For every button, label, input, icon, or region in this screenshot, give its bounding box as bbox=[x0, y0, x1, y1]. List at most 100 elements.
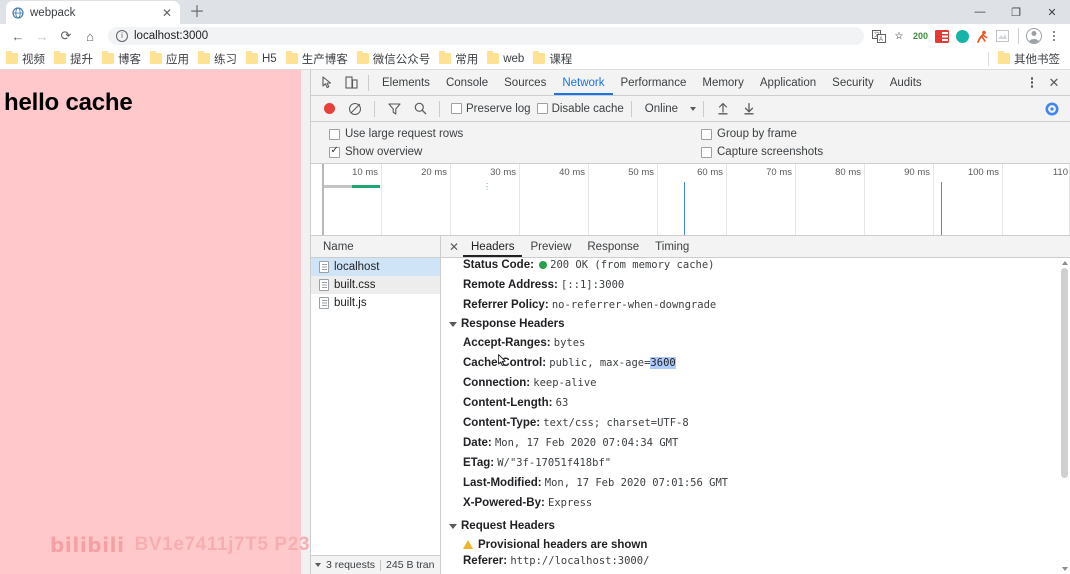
show-overview-checkbox[interactable]: Show overview bbox=[329, 143, 1070, 161]
bookmark-item[interactable]: 博客 bbox=[102, 51, 141, 67]
bookmark-item[interactable]: 提升 bbox=[54, 51, 93, 67]
site-info-icon[interactable]: i bbox=[116, 30, 128, 42]
tab-title: webpack bbox=[30, 6, 76, 19]
header-value: http://localhost:3000/ bbox=[510, 554, 650, 567]
bookmarks-divider bbox=[988, 51, 989, 66]
tab-headers[interactable]: Headers bbox=[463, 236, 522, 257]
request-bar-download bbox=[352, 185, 380, 188]
preserve-log-checkbox[interactable]: Preserve log bbox=[451, 103, 531, 115]
tab-console[interactable]: Console bbox=[438, 70, 496, 95]
request-name: localhost bbox=[334, 261, 380, 273]
bookmark-item[interactable]: 常用 bbox=[439, 51, 478, 67]
clear-button[interactable] bbox=[343, 98, 367, 120]
throttling-dropdown[interactable]: Online bbox=[645, 103, 697, 115]
bookmark-item[interactable]: 视频 bbox=[6, 51, 45, 67]
tab-preview[interactable]: Preview bbox=[522, 236, 579, 257]
request-column-header[interactable]: Name bbox=[311, 236, 440, 258]
status-badge: 200 bbox=[912, 31, 928, 41]
overview-left-handle[interactable] bbox=[322, 164, 324, 235]
toggle-device-toolbar-icon[interactable] bbox=[339, 72, 363, 94]
bookmark-item[interactable]: 课程 bbox=[533, 51, 572, 67]
close-window-button[interactable]: ✕ bbox=[1034, 0, 1070, 24]
devtools-tab-bar: Elements Console Sources Network Perform… bbox=[311, 70, 1070, 96]
group-by-frame-checkbox[interactable]: Group by frame bbox=[701, 125, 823, 143]
tab-security[interactable]: Security bbox=[824, 70, 882, 95]
request-headers-section[interactable]: Request Headers bbox=[441, 517, 1070, 535]
table-row[interactable]: built.js bbox=[311, 294, 440, 312]
bookmark-star-icon[interactable]: ☆ bbox=[890, 27, 908, 45]
new-tab-button[interactable]: ＋ bbox=[184, 2, 210, 24]
tab-memory[interactable]: Memory bbox=[694, 70, 752, 95]
header-value-selected[interactable]: 3600 bbox=[650, 356, 676, 369]
scroll-down-icon[interactable] bbox=[1061, 567, 1068, 571]
header-row-connection: Connection: keep-alive bbox=[441, 373, 1070, 393]
record-button[interactable] bbox=[317, 98, 341, 120]
extension-teal-icon[interactable] bbox=[953, 27, 971, 45]
kebab-menu-icon[interactable] bbox=[1044, 26, 1064, 46]
maximize-button[interactable]: ❐ bbox=[998, 0, 1034, 24]
bookmark-label: web bbox=[503, 52, 525, 65]
tab-network[interactable]: Network bbox=[554, 70, 612, 95]
toolbar-divider bbox=[703, 100, 705, 117]
tab-elements[interactable]: Elements bbox=[374, 70, 438, 95]
filter-icon[interactable] bbox=[382, 98, 406, 120]
avatar[interactable] bbox=[1026, 28, 1042, 44]
toolbar-divider bbox=[374, 100, 375, 117]
close-detail-icon[interactable]: ✕ bbox=[445, 237, 463, 257]
detail-scrollbar[interactable] bbox=[1060, 260, 1069, 572]
back-button[interactable]: ← bbox=[6, 24, 30, 48]
bookmark-label: 课程 bbox=[549, 53, 573, 66]
bookmark-item[interactable]: 练习 bbox=[198, 51, 237, 67]
overview-ticks: 10 ms 20 ms 30 ms 40 ms 50 ms 60 ms 70 m… bbox=[311, 164, 1070, 235]
page-scrollbar[interactable] bbox=[301, 70, 310, 574]
tab-application[interactable]: Application bbox=[752, 70, 824, 95]
scroll-up-icon[interactable] bbox=[1061, 261, 1068, 265]
bookmark-item[interactable]: H5 bbox=[246, 51, 277, 65]
reload-button[interactable]: ⟳ bbox=[54, 24, 78, 48]
globe-icon bbox=[12, 6, 24, 19]
tab-audits[interactable]: Audits bbox=[882, 70, 930, 95]
tick-label: 80 ms bbox=[835, 167, 861, 178]
other-bookmarks-button[interactable]: 其他书签 bbox=[998, 51, 1060, 67]
table-row[interactable]: built.css bbox=[311, 276, 440, 294]
tick-label: 60 ms bbox=[697, 167, 723, 178]
tab-response[interactable]: Response bbox=[579, 236, 647, 257]
tab-performance[interactable]: Performance bbox=[613, 70, 695, 95]
bookmark-item[interactable]: web bbox=[487, 51, 525, 65]
address-bar[interactable]: i localhost:3000 bbox=[108, 27, 864, 45]
extension-runner-icon[interactable] bbox=[973, 27, 991, 45]
toolbar-divider bbox=[1018, 28, 1019, 44]
tick-label: 110 bbox=[1052, 167, 1068, 178]
tab-timing[interactable]: Timing bbox=[647, 236, 697, 257]
devtools-kebab-menu-icon[interactable] bbox=[1022, 73, 1042, 93]
extension-grey-icon[interactable] bbox=[993, 27, 1011, 45]
bookmark-item[interactable]: 应用 bbox=[150, 51, 189, 67]
header-value: Express bbox=[548, 496, 593, 509]
network-options: Use large request rows Show overview Gro… bbox=[311, 122, 1070, 164]
extension-red-icon[interactable] bbox=[933, 27, 951, 45]
response-headers-section[interactable]: Response Headers bbox=[441, 315, 1070, 333]
home-button[interactable]: ⌂ bbox=[78, 24, 102, 48]
export-har-icon[interactable] bbox=[737, 98, 761, 120]
import-har-icon[interactable] bbox=[711, 98, 735, 120]
translate-icon[interactable]: 文 A bbox=[870, 27, 888, 45]
inspect-element-icon[interactable] bbox=[315, 72, 339, 94]
browser-tab-webpack[interactable]: webpack ✕ bbox=[6, 1, 180, 24]
bookmark-item[interactable]: 微信公众号 bbox=[356, 51, 430, 67]
search-icon[interactable] bbox=[408, 98, 432, 120]
page-viewport: hello cache bbox=[0, 70, 310, 574]
devtools-close-icon[interactable]: ✕ bbox=[1042, 72, 1066, 94]
table-row[interactable]: localhost bbox=[311, 258, 440, 276]
tab-close-icon[interactable]: ✕ bbox=[160, 6, 174, 20]
scrollbar-thumb[interactable] bbox=[1061, 268, 1068, 478]
capture-screenshots-checkbox[interactable]: Capture screenshots bbox=[701, 143, 823, 161]
disable-cache-checkbox[interactable]: Disable cache bbox=[536, 103, 624, 115]
chevron-down-icon[interactable] bbox=[315, 563, 321, 567]
use-large-request-rows-checkbox[interactable]: Use large request rows bbox=[329, 125, 1070, 143]
settings-gear-icon[interactable] bbox=[1040, 98, 1064, 120]
forward-button[interactable]: → bbox=[30, 24, 54, 48]
minimize-button[interactable]: — bbox=[962, 0, 998, 24]
tab-sources[interactable]: Sources bbox=[496, 70, 554, 95]
network-overview-timeline[interactable]: 10 ms 20 ms 30 ms 40 ms 50 ms 60 ms 70 m… bbox=[311, 164, 1070, 236]
bookmark-item[interactable]: 生产博客 bbox=[285, 51, 348, 67]
